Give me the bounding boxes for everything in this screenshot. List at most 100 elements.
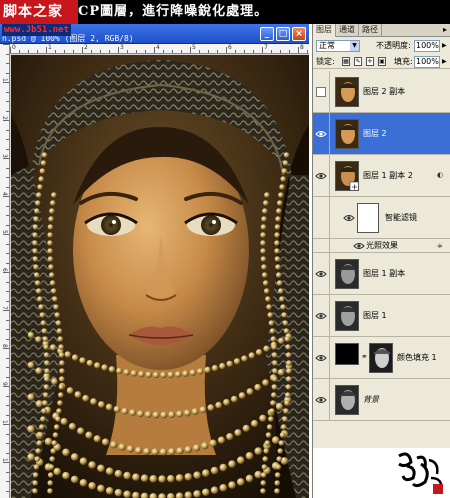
layer-row[interactable]: ⚭ 颜色填充 1	[313, 337, 450, 379]
ruler-tick	[244, 50, 245, 53]
ruler-tick	[6, 139, 9, 140]
eye-icon[interactable]	[315, 170, 327, 182]
maximize-button[interactable]: □	[276, 27, 290, 41]
lock-row: 锁定: ▦ ✎ ✛ ▣ 填充: 100% ▶	[313, 55, 450, 69]
ruler-tick	[6, 338, 9, 340]
eye-icon[interactable]	[315, 352, 327, 364]
tab-paths[interactable]: 路径	[359, 24, 382, 37]
layer-row[interactable]: 背景	[313, 379, 450, 421]
ruler-number: 5	[192, 44, 196, 51]
smart-filter-row[interactable]: 智能滤镜	[313, 197, 450, 239]
ruler-tick	[19, 50, 20, 53]
tab-channels[interactable]: 通道	[336, 24, 359, 37]
ruler-tick	[289, 50, 290, 53]
ruler-tick	[145, 50, 146, 53]
layer-name: 图层 1 副本 2	[363, 171, 413, 180]
vertical-ruler[interactable]: 1 2 3 4 5 6 7 8 9 1 1	[0, 44, 10, 498]
ruler-tick	[6, 224, 9, 226]
ruler-tick	[6, 395, 9, 397]
ruler-tick	[3, 310, 9, 311]
eye-icon[interactable]	[315, 394, 327, 406]
lock-transparent-pixels-icon[interactable]: ▦	[342, 57, 350, 66]
layer-thumbnail	[335, 385, 359, 415]
calligraphy-signature	[313, 448, 450, 498]
ruler-tick	[3, 196, 9, 197]
ruler-tick	[217, 50, 218, 53]
column-divider	[329, 337, 330, 378]
ruler-tick	[6, 63, 9, 64]
horizontal-ruler[interactable]: 0 1 2 3 4 5 6 7 8	[10, 44, 309, 54]
ruler-tick	[6, 405, 9, 406]
ruler-tick	[226, 47, 227, 53]
layer-row[interactable]: 图层 1 副本 2 ◐	[313, 155, 450, 197]
layer-name: 图层 2 副本	[363, 87, 406, 96]
layer-mask-thumbnail[interactable]	[369, 343, 393, 373]
layer-row[interactable]: 图层 2 副本	[313, 71, 450, 113]
layer-name: 颜色填充 1	[397, 353, 437, 362]
ruler-number: 0	[12, 44, 16, 51]
ruler-tick	[6, 243, 9, 245]
ruler-tick	[181, 50, 182, 53]
image-canvas[interactable]	[11, 55, 309, 498]
close-button[interactable]: ×	[292, 27, 306, 41]
document-titlebar[interactable]: n.psd @ 100% (图层 2, RGB/8) www.Jb51.net …	[0, 24, 309, 44]
eye-icon[interactable]	[315, 128, 327, 140]
tab-layers[interactable]: 图层	[313, 24, 336, 37]
opacity-slider-toggle[interactable]: ▶	[442, 42, 447, 50]
site-url-watermark: www.Jb51.net	[2, 24, 72, 36]
filter-effect-row[interactable]: 光照效果 ≑	[313, 239, 450, 253]
ruler-tick	[73, 50, 74, 53]
eye-icon[interactable]	[343, 212, 355, 224]
layer-thumbnail	[335, 301, 359, 331]
ruler-tick	[6, 177, 9, 178]
ruler-tick	[3, 120, 9, 121]
blend-mode-select[interactable]: 正常 ▼	[316, 40, 360, 52]
ruler-tick	[6, 215, 9, 216]
ruler-tick	[6, 167, 9, 169]
ruler-tick	[6, 72, 9, 74]
lock-all-icon[interactable]: ▣	[378, 57, 386, 66]
ruler-number: 1	[48, 44, 52, 51]
link-icon[interactable]: ⚭	[361, 352, 368, 362]
ruler-tick	[3, 44, 9, 45]
ruler-tick	[91, 50, 92, 53]
ruler-tick	[6, 452, 9, 454]
opacity-input[interactable]: 100%	[414, 40, 440, 52]
panel-menu-icon[interactable]: ▸	[443, 25, 447, 35]
layer-thumbnail	[335, 119, 359, 149]
ruler-tick	[6, 253, 9, 254]
ruler-tick	[3, 386, 9, 387]
layer-name: 图层 1	[363, 311, 387, 320]
ruler-tick	[172, 50, 173, 53]
layer-row-selected[interactable]: 图层 2	[313, 113, 450, 155]
ruler-tick	[6, 91, 9, 93]
caption-text: CP圖層，進行降噪銳化處理。	[78, 4, 269, 19]
layer-thumbnail	[335, 259, 359, 289]
minimize-button[interactable]: _	[260, 27, 274, 41]
ruler-tick	[100, 50, 101, 53]
ruler-tick	[6, 205, 9, 207]
ruler-number: 7	[264, 44, 268, 51]
smart-filter-options-icon[interactable]: ◐	[437, 171, 443, 179]
fill-input[interactable]: 100%	[414, 56, 440, 68]
layer-row[interactable]: 图层 1	[313, 295, 450, 337]
layer-row[interactable]: 图层 1 副本	[313, 253, 450, 295]
ruler-tick	[6, 148, 9, 150]
eye-icon[interactable]	[315, 310, 327, 322]
filter-blending-options-icon[interactable]: ≑	[437, 242, 443, 250]
panel-tabs: 图层 通道 路径	[313, 24, 450, 37]
eye-icon[interactable]	[315, 268, 327, 280]
lock-position-icon[interactable]: ✛	[366, 57, 374, 66]
visibility-toggle-off[interactable]	[316, 87, 326, 97]
lock-image-pixels-icon[interactable]: ✎	[354, 57, 362, 66]
fill-slider-toggle[interactable]: ▶	[442, 58, 447, 66]
column-divider	[329, 71, 330, 112]
site-logo-badge: 脚本之家	[0, 0, 78, 24]
fill-color-thumbnail[interactable]	[335, 343, 359, 365]
eye-icon[interactable]	[353, 240, 365, 252]
ruler-tick	[6, 129, 9, 131]
ruler-tick	[3, 234, 9, 235]
layer-name: 图层 2	[363, 129, 387, 138]
ruler-tick	[64, 50, 65, 53]
column-divider	[329, 253, 330, 294]
